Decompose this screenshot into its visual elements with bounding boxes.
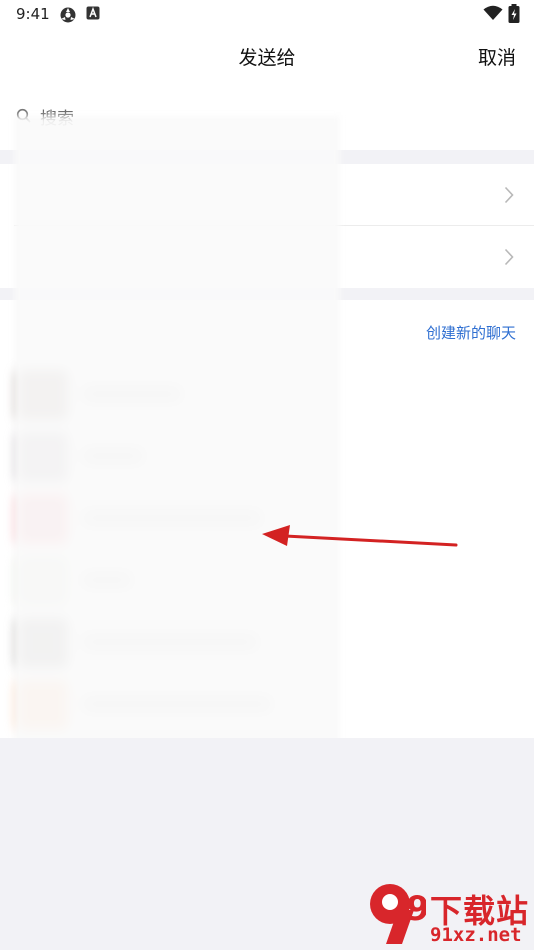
nav-bar: 发送给 取消: [0, 30, 534, 82]
cancel-button[interactable]: 取消: [478, 43, 516, 70]
site-watermark: 9 下载站 91xz.net: [360, 880, 534, 950]
wifi-icon: [483, 5, 503, 20]
battery-charging-icon: [508, 4, 520, 23]
notification-a-icon: [86, 6, 100, 20]
watermark-logo-icon: 9: [370, 884, 426, 944]
privacy-blur-overlay: [14, 116, 340, 768]
watermark-url: 91xz.net: [430, 924, 522, 946]
watermark-logo-digit: 9: [406, 889, 426, 929]
settings-app-icon: [60, 7, 76, 23]
status-bar: 9:41: [0, 0, 534, 30]
chevron-right-icon: [504, 248, 514, 266]
page-title: 发送给: [238, 47, 296, 69]
create-new-chat-link[interactable]: 创建新的聊天: [426, 322, 516, 343]
status-time: 9:41: [16, 5, 50, 23]
chevron-right-icon: [504, 186, 514, 204]
